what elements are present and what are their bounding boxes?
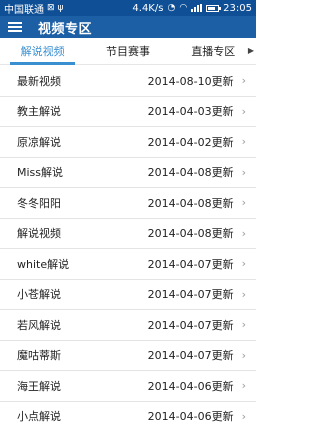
alarm-icon: ◔ (167, 3, 176, 13)
triangle-right-icon[interactable]: ▶ (248, 46, 254, 55)
list-item-name: 最新视频 (17, 74, 61, 88)
video-list: 最新视频 2014-08-10更新 › 教主解说 2014-04-03更新 › … (0, 66, 256, 426)
clock-time: 23:05 (223, 2, 252, 14)
list-item-date: 2014-04-08更新 (147, 166, 234, 180)
carrier-label: 中国联通 (4, 4, 44, 16)
list-item[interactable]: white解说 2014-04-07更新 › (0, 249, 256, 280)
chevron-right-icon: › (241, 318, 246, 332)
chevron-right-icon: › (241, 379, 246, 393)
list-item-date: 2014-04-08更新 (147, 227, 234, 241)
chevron-right-icon: › (241, 287, 246, 301)
tab-live-zone[interactable]: 直播专区 (171, 38, 256, 64)
list-item-name: 海王解说 (17, 379, 61, 393)
app-bar: 视频专区 (0, 16, 256, 38)
chevron-right-icon: › (241, 104, 246, 118)
page-title: 视频专区 (38, 21, 93, 37)
chevron-right-icon: › (241, 257, 246, 271)
list-item-name: 魔咕蒂斯 (17, 349, 61, 363)
list-item-date: 2014-04-07更新 (147, 257, 234, 271)
list-item[interactable]: 海王解说 2014-04-06更新 › (0, 371, 256, 402)
network-speed: 4.4K/s (132, 2, 164, 14)
list-item-date: 2014-04-06更新 (147, 410, 234, 424)
list-item-name: 小点解说 (17, 410, 61, 424)
list-item-name: 解说视频 (17, 227, 61, 241)
list-item-name: white解说 (17, 257, 70, 271)
list-item-date: 2014-08-10更新 (147, 74, 234, 88)
list-item-name: 若风解说 (17, 318, 61, 332)
chevron-right-icon: › (241, 348, 246, 362)
chevron-right-icon: › (241, 226, 246, 240)
tab-program-events[interactable]: 节目赛事 (85, 38, 170, 64)
list-item-name: 小苍解说 (17, 288, 61, 302)
list-item[interactable]: 小点解说 2014-04-06更新 › (0, 402, 256, 426)
list-item-date: 2014-04-07更新 (147, 318, 234, 332)
chevron-right-icon: › (241, 196, 246, 210)
list-item-date: 2014-04-07更新 (147, 349, 234, 363)
wifi-icon: ◠ (179, 3, 188, 13)
list-item-name: 教主解说 (17, 105, 61, 119)
list-item[interactable]: 若风解说 2014-04-07更新 › (0, 310, 256, 341)
list-item-date: 2014-04-02更新 (147, 135, 234, 149)
hamburger-icon[interactable] (8, 22, 22, 32)
chevron-right-icon: › (241, 74, 246, 88)
list-item[interactable]: 教主解说 2014-04-03更新 › (0, 97, 256, 127)
chevron-right-icon: › (241, 165, 246, 179)
list-item-name: Miss解说 (17, 166, 64, 180)
list-item[interactable]: 魔咕蒂斯 2014-04-07更新 › (0, 341, 256, 371)
list-item[interactable]: 最新视频 2014-08-10更新 › (0, 66, 256, 97)
battery-icon (206, 4, 222, 12)
list-item[interactable]: 解说视频 2014-04-08更新 › (0, 219, 256, 249)
chevron-right-icon: › (241, 409, 246, 423)
list-item-date: 2014-04-03更新 (147, 105, 234, 119)
list-item-date: 2014-04-07更新 (147, 288, 234, 302)
list-item[interactable]: 冬冬阳阳 2014-04-08更新 › (0, 188, 256, 219)
signal-icon (191, 4, 203, 12)
status-bar: 中国联通 ⊠ ψ 4.4K/s ◔ ◠ 23:05 (0, 0, 256, 16)
list-item-name: 冬冬阳阳 (17, 196, 61, 210)
chevron-right-icon: › (241, 135, 246, 149)
list-item[interactable]: Miss解说 2014-04-08更新 › (0, 158, 256, 188)
list-item-date: 2014-04-08更新 (147, 196, 234, 210)
list-item[interactable]: 原凉解说 2014-04-02更新 › (0, 127, 256, 158)
list-item-date: 2014-04-06更新 (147, 379, 234, 393)
usb-icon: ψ (57, 3, 64, 13)
tab-commentary-videos[interactable]: 解说视频 (0, 38, 85, 65)
list-item[interactable]: 小苍解说 2014-04-07更新 › (0, 280, 256, 310)
list-item-name: 原凉解说 (17, 135, 61, 149)
sim-icon: ⊠ (47, 3, 55, 13)
tab-bar: 解说视频 节目赛事 直播专区 (0, 38, 256, 65)
